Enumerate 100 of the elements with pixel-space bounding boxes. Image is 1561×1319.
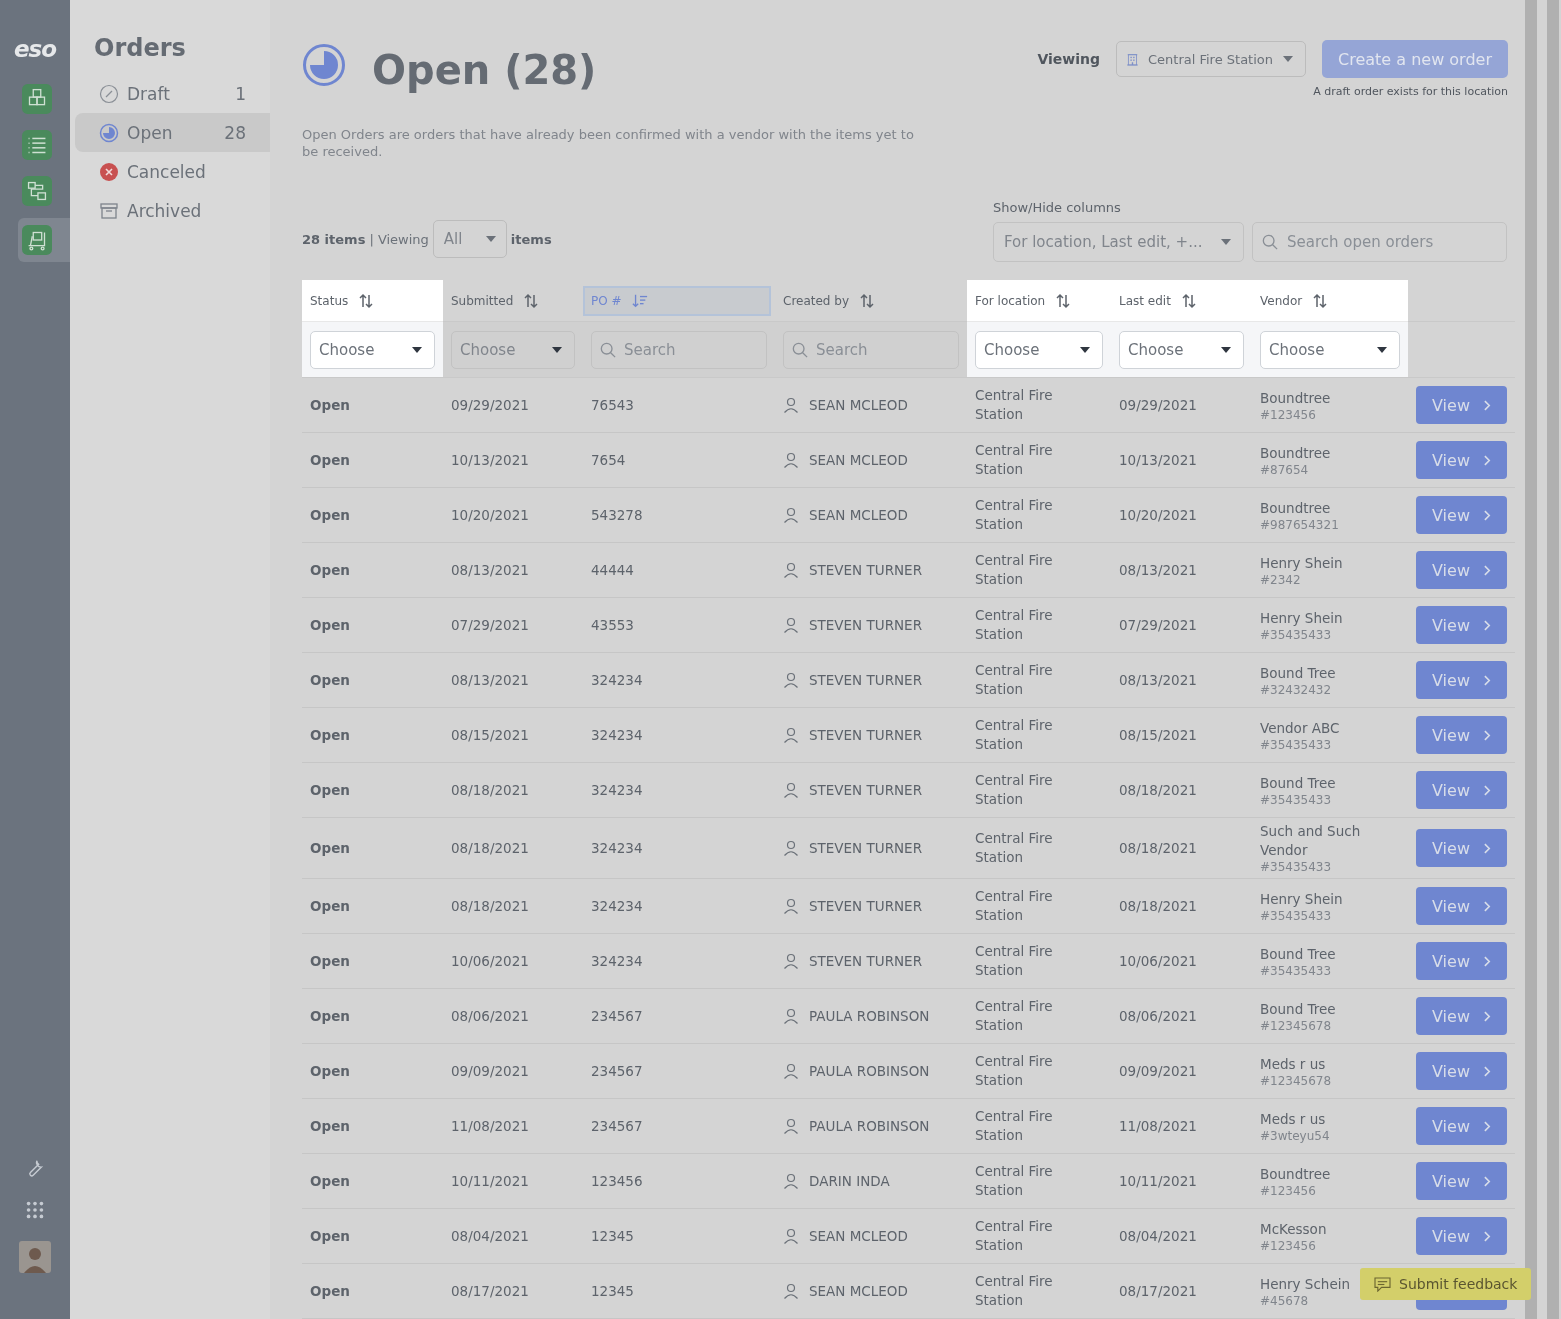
status-text: Open: [310, 898, 350, 914]
submitted-date: 10/06/2021: [451, 953, 529, 969]
vendor-name: Boundtree: [1260, 443, 1332, 463]
feedback-toast[interactable]: Submit feedback: [1360, 1268, 1532, 1300]
location-text: Central Fire Station: [975, 661, 1054, 699]
creator-name: PAULA ROBINSON: [809, 1063, 930, 1079]
vendor-name: McKesson: [1260, 1219, 1328, 1239]
vendor-id: #12345678: [1260, 1073, 1332, 1088]
vendor-id: #987654321: [1260, 517, 1339, 532]
view-button[interactable]: View: [1416, 716, 1507, 754]
status-text: Open: [310, 617, 350, 633]
vendor-id: #87654: [1260, 462, 1309, 477]
page-title: Open (28): [372, 47, 597, 93]
last-edit-date: 08/13/2021: [1119, 672, 1197, 688]
filter-select[interactable]: Choose: [310, 330, 435, 369]
location-select[interactable]: Central Fire Station: [1116, 41, 1307, 77]
submitted-date: 10/13/2021: [451, 452, 529, 468]
creator-name: STEVEN TURNER: [809, 672, 923, 688]
po-number: 324234: [591, 672, 643, 688]
creator-name: SEAN MCLEOD: [809, 1228, 908, 1244]
sidebar-item[interactable]: Draft 1: [75, 74, 270, 113]
submitted-date: 09/29/2021: [451, 397, 529, 413]
viewing-label: Viewing: [1037, 51, 1101, 67]
view-button[interactable]: View: [1416, 1217, 1507, 1255]
search-field[interactable]: Search open orders: [1252, 222, 1507, 262]
location-text: Central Fire Station: [975, 496, 1054, 534]
status-text: Open: [310, 1118, 350, 1134]
filter-select[interactable]: Choose: [975, 330, 1103, 369]
item-count: 28: [223, 122, 246, 143]
filter-search-field[interactable]: Search: [783, 330, 959, 369]
view-button[interactable]: View: [1416, 1107, 1507, 1145]
creator-name: STEVEN TURNER: [809, 840, 923, 856]
columns-label: Show/Hide columns: [993, 200, 1122, 215]
submitted-date: 10/11/2021: [451, 1173, 529, 1189]
status-text: Open: [310, 507, 350, 523]
vendor-name: Boundtree: [1260, 498, 1332, 518]
vendor-name: Boundtree: [1260, 1164, 1332, 1184]
filter-search-field[interactable]: Search: [591, 330, 767, 369]
location-text: Central Fire Station: [975, 997, 1054, 1035]
location-text: Central Fire Station: [975, 887, 1054, 925]
last-edit-date: 08/13/2021: [1119, 562, 1197, 578]
view-button[interactable]: View: [1416, 942, 1507, 980]
view-button[interactable]: View: [1416, 771, 1507, 809]
last-edit-date: 09/29/2021: [1119, 397, 1197, 413]
po-number: 324234: [591, 727, 643, 743]
submitted-date: 07/29/2021: [451, 617, 529, 633]
column-header[interactable]: Created by: [783, 285, 876, 316]
vendor-name: Henry Shein: [1260, 608, 1344, 628]
sorted-column-header[interactable]: PO #: [583, 285, 771, 316]
status-text: Open: [310, 562, 350, 578]
view-button[interactable]: View: [1416, 829, 1507, 867]
viewing-label: | Viewing: [369, 231, 429, 247]
vendor-id: #35435433: [1260, 737, 1332, 752]
columns-select[interactable]: For location, Last edit, +...: [993, 222, 1244, 262]
last-edit-date: 08/15/2021: [1119, 727, 1197, 743]
filter-select[interactable]: Choose: [1260, 330, 1400, 369]
filter-select[interactable]: Choose: [451, 330, 575, 369]
view-button[interactable]: View: [1416, 661, 1507, 699]
last-edit-date: 11/08/2021: [1119, 1118, 1197, 1134]
last-edit-date: 08/18/2021: [1119, 898, 1197, 914]
view-button[interactable]: View: [1416, 606, 1507, 644]
vendor-id: #123456: [1260, 1183, 1316, 1198]
page-size-select[interactable]: All: [432, 220, 507, 258]
vendor-id: #3wteyu54: [1260, 1128, 1330, 1143]
view-button[interactable]: View: [1416, 551, 1507, 589]
view-button[interactable]: View: [1416, 997, 1507, 1035]
creator-name: STEVEN TURNER: [809, 562, 923, 578]
view-button[interactable]: View: [1416, 496, 1507, 534]
vendor-name: Henry Shein: [1260, 889, 1344, 909]
vendor-id: #123456: [1260, 1238, 1316, 1253]
view-button[interactable]: View: [1416, 441, 1507, 479]
submitted-date: 08/06/2021: [451, 1008, 529, 1024]
location-text: Central Fire Station: [975, 1272, 1054, 1310]
last-edit-date: 09/09/2021: [1119, 1063, 1197, 1079]
vendor-name: Bound Tree: [1260, 773, 1337, 793]
last-edit-date: 08/06/2021: [1119, 1008, 1197, 1024]
sidebar-item[interactable]: Open 28: [75, 113, 270, 152]
creator-name: STEVEN TURNER: [809, 727, 923, 743]
filter-select[interactable]: Choose: [1119, 330, 1244, 369]
logo: eso: [13, 36, 57, 62]
view-button[interactable]: View: [1416, 887, 1507, 925]
sidebar-item[interactable]: Canceled: [75, 152, 270, 191]
column-header[interactable]: Submitted: [451, 285, 540, 316]
submitted-date: 08/13/2021: [451, 562, 529, 578]
status-text: Open: [310, 1283, 350, 1299]
item-count: 1: [234, 83, 246, 104]
po-number: 7654: [591, 452, 626, 468]
view-button[interactable]: View: [1416, 386, 1507, 424]
submitted-date: 08/18/2021: [451, 898, 529, 914]
last-edit-date: 10/06/2021: [1119, 953, 1197, 969]
status-text: Open: [310, 1008, 350, 1024]
sidebar-item[interactable]: Archived: [75, 191, 270, 230]
creator-name: SEAN MCLEOD: [809, 1283, 908, 1299]
location-text: Central Fire Station: [975, 606, 1054, 644]
creator-name: PAULA ROBINSON: [809, 1118, 930, 1134]
vendor-id: #45678: [1260, 1293, 1309, 1308]
view-button[interactable]: View: [1416, 1052, 1507, 1090]
po-number: 12345: [591, 1283, 634, 1299]
view-button[interactable]: View: [1416, 1162, 1507, 1200]
status-text: Open: [310, 727, 350, 743]
